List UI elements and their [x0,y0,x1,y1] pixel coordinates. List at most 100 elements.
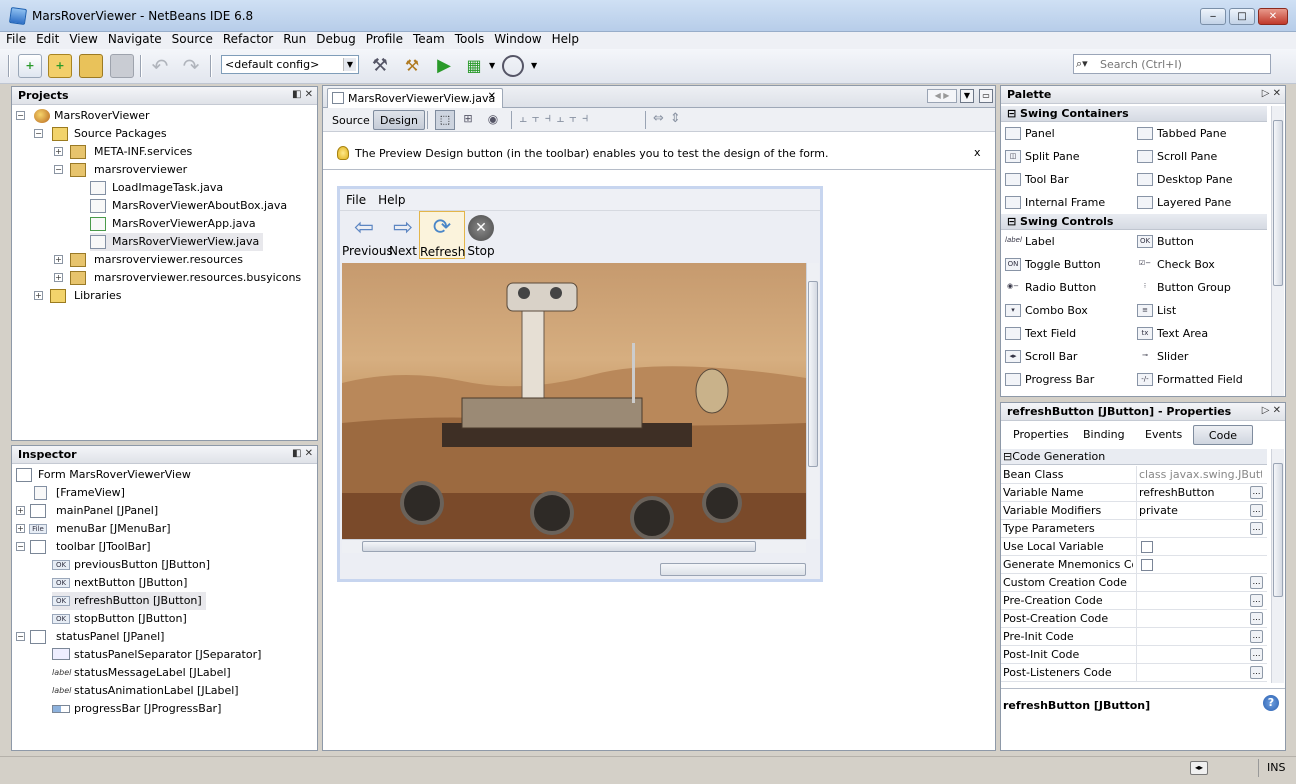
close-panel-icon[interactable]: ✕ [1273,88,1281,99]
inspector-node-previousbutton[interactable]: OK previousButton [JButton] [52,556,210,574]
open-project-icon[interactable] [79,54,103,78]
section-code-generation[interactable]: ⊟Code Generation [1001,449,1267,465]
palette-progress-bar-item[interactable]: Progress Bar [1003,370,1094,390]
prop-row-bean-class[interactable]: Bean Classclass javax.swing.JButton [1001,466,1267,484]
palette-group-containers[interactable]: ⊟ Swing Containers [1001,106,1267,122]
palette-panel-item[interactable]: Panel [1003,124,1055,144]
palette-tool-bar-item[interactable]: Tool Bar [1003,170,1069,190]
tab-code[interactable]: Code [1193,425,1253,445]
run-icon[interactable]: ▶ [432,54,456,78]
menu-view[interactable]: View [65,32,101,47]
menu-window[interactable]: Window [490,32,545,47]
prop-row-generate-mnemonics[interactable]: Generate Mnemonics Code [1001,556,1267,574]
image-vertical-scrollbar[interactable] [806,263,819,539]
tab-binding[interactable]: Binding [1075,425,1133,445]
tab-events[interactable]: Events [1137,425,1190,445]
menu-help[interactable]: Help [548,32,583,47]
tree-node-marsroverviewer[interactable]: − marsroverviewer [54,161,187,179]
search-icon[interactable]: ⌕▾ [1076,56,1098,72]
menu-edit[interactable]: Edit [32,32,63,47]
new-file-icon[interactable]: + [18,54,42,78]
form-previous-button[interactable]: ⇦ Previous [342,211,393,259]
close-panel-icon[interactable]: ✕ [1273,405,1281,416]
tree-node-libraries[interactable]: + Libraries [34,287,122,305]
form-stop-button[interactable]: ✕ Stop [467,211,495,259]
palette-check-box-item[interactable]: ☑− Check Box [1135,255,1215,275]
minimize-panel-icon[interactable]: ▷ [1262,405,1270,416]
form-refresh-button[interactable]: ⟳ Refresh [419,211,465,259]
maximize-editor-icon[interactable]: ▭ [979,89,993,103]
form-next-button[interactable]: ⇨ Next [389,211,417,259]
maximize-button[interactable]: □ [1229,8,1255,25]
palette-group-controls[interactable]: ⊟ Swing Controls [1001,214,1267,230]
palette-tabbed-pane-item[interactable]: Tabbed Pane [1135,124,1226,144]
minimize-panel-icon[interactable]: ◧ [292,89,301,100]
build-hammer-icon[interactable]: ⚒ [368,54,392,78]
palette-list-item[interactable]: ≡ List [1135,301,1176,321]
palette-button-item[interactable]: OK Button [1135,232,1194,252]
connection-mode-icon[interactable]: ⊞ [458,110,478,130]
tree-node-loadimagetask[interactable]: LoadImageTask.java [90,179,223,197]
inspector-node-menubar[interactable]: + File menuBar [JMenuBar] [16,520,171,538]
debug-icon[interactable]: ▦ [462,54,486,78]
menu-profile[interactable]: Profile [362,32,407,47]
menu-file[interactable]: File [2,32,30,47]
palette-radio-button-item[interactable]: ◉− Radio Button [1003,278,1096,298]
search-box[interactable]: ⌕▾ [1073,54,1271,74]
inspector-node-progressbar[interactable]: progressBar [JProgressBar] [52,700,221,718]
form-menu-help[interactable]: Help [372,189,411,211]
close-panel-icon[interactable]: ✕ [305,448,313,459]
palette-label-item[interactable]: label Label [1003,232,1055,252]
prop-row-use-local-variable[interactable]: Use Local Variable [1001,538,1267,556]
tab-scroll-arrows[interactable]: ◀ ▶ [927,89,957,103]
align-buttons-icons[interactable]: ⫠⫟⫞⫠⫟⫞ [519,110,639,130]
properties-scrollbar[interactable] [1271,449,1284,683]
inspector-node-nextbutton[interactable]: OK nextButton [JButton] [52,574,187,592]
prop-row-variable-name[interactable]: Variable Name refreshButton… [1001,484,1267,502]
palette-scroll-pane-item[interactable]: Scroll Pane [1135,147,1217,167]
search-input[interactable] [1100,56,1268,72]
inspector-node-toolbar[interactable]: − toolbar [JToolBar] [16,538,151,556]
variable-name-value[interactable]: refreshButton [1136,484,1262,501]
tree-node-aboutbox[interactable]: MarsRoverViewerAboutBox.java [90,197,287,215]
generate-mnemonics-checkbox[interactable] [1141,559,1153,571]
menu-refactor[interactable]: Refactor [219,32,277,47]
prop-row-variable-modifiers[interactable]: Variable Modifiers private… [1001,502,1267,520]
tree-node-view[interactable]: MarsRoverViewerView.java [90,233,264,251]
palette-button-group-item[interactable]: ⁝ Button Group [1135,278,1231,298]
tab-list-dropdown-icon[interactable]: ▼ [960,89,974,103]
tree-node-app[interactable]: MarsRoverViewerApp.java [90,215,256,233]
tree-node-resources[interactable]: + marsroverviewer.resources [54,251,243,269]
menu-debug[interactable]: Debug [312,32,359,47]
palette-layered-pane-item[interactable]: Layered Pane [1135,193,1231,213]
close-tab-icon[interactable]: ✕ [488,91,496,102]
menu-navigate[interactable]: Navigate [104,32,166,47]
clean-build-icon[interactable]: ⚒ [400,54,424,78]
close-panel-icon[interactable]: ✕ [305,89,313,100]
ellipsis-button[interactable]: … [1250,666,1263,679]
redo-icon[interactable]: ↷ [179,54,203,78]
tree-node-source-packages[interactable]: − Source Packages [34,125,167,143]
inspector-node-stopbutton[interactable]: OK stopButton [JButton] [52,610,187,628]
close-window-button[interactable]: ✕ [1258,8,1288,25]
resize-buttons-icons[interactable]: ⇔⇕ [653,110,693,130]
prop-row-type-parameters[interactable]: Type Parameters… [1001,520,1267,538]
tree-node-project[interactable]: − MarsRoverViewer [16,107,150,125]
ellipsis-button[interactable]: … [1250,576,1263,589]
inspector-node-refreshbutton[interactable]: OK refreshButton [JButton] [52,592,206,610]
source-view-button[interactable]: Source [325,110,377,130]
preview-design-icon[interactable]: ◉ [483,110,503,130]
designed-form[interactable]: File Help ⇦ Previous ⇨ Next ⟳ Refresh ✕ … [337,186,823,582]
ellipsis-button[interactable]: … [1250,522,1263,535]
inspector-node-frameview[interactable]: [FrameView] [34,484,125,502]
inspector-node-mainpanel[interactable]: + mainPanel [JPanel] [16,502,158,520]
variable-modifiers-value[interactable]: private [1136,502,1262,519]
inspector-node-animationlabel[interactable]: label statusAnimationLabel [JLabel] [52,682,239,700]
palette-text-area-item[interactable]: tx Text Area [1135,324,1208,344]
tree-node-meta-inf[interactable]: + META-INF.services [54,143,192,161]
ellipsis-button[interactable]: … [1250,630,1263,643]
editor-tab-marsroverviewerview[interactable]: MarsRoverViewerView.java ✕ [327,88,503,108]
inspector-node-form[interactable]: Form MarsRoverViewerView [16,466,191,484]
image-horizontal-scrollbar[interactable] [342,539,806,553]
notifications-icon[interactable]: ◂▸ [1190,761,1208,775]
